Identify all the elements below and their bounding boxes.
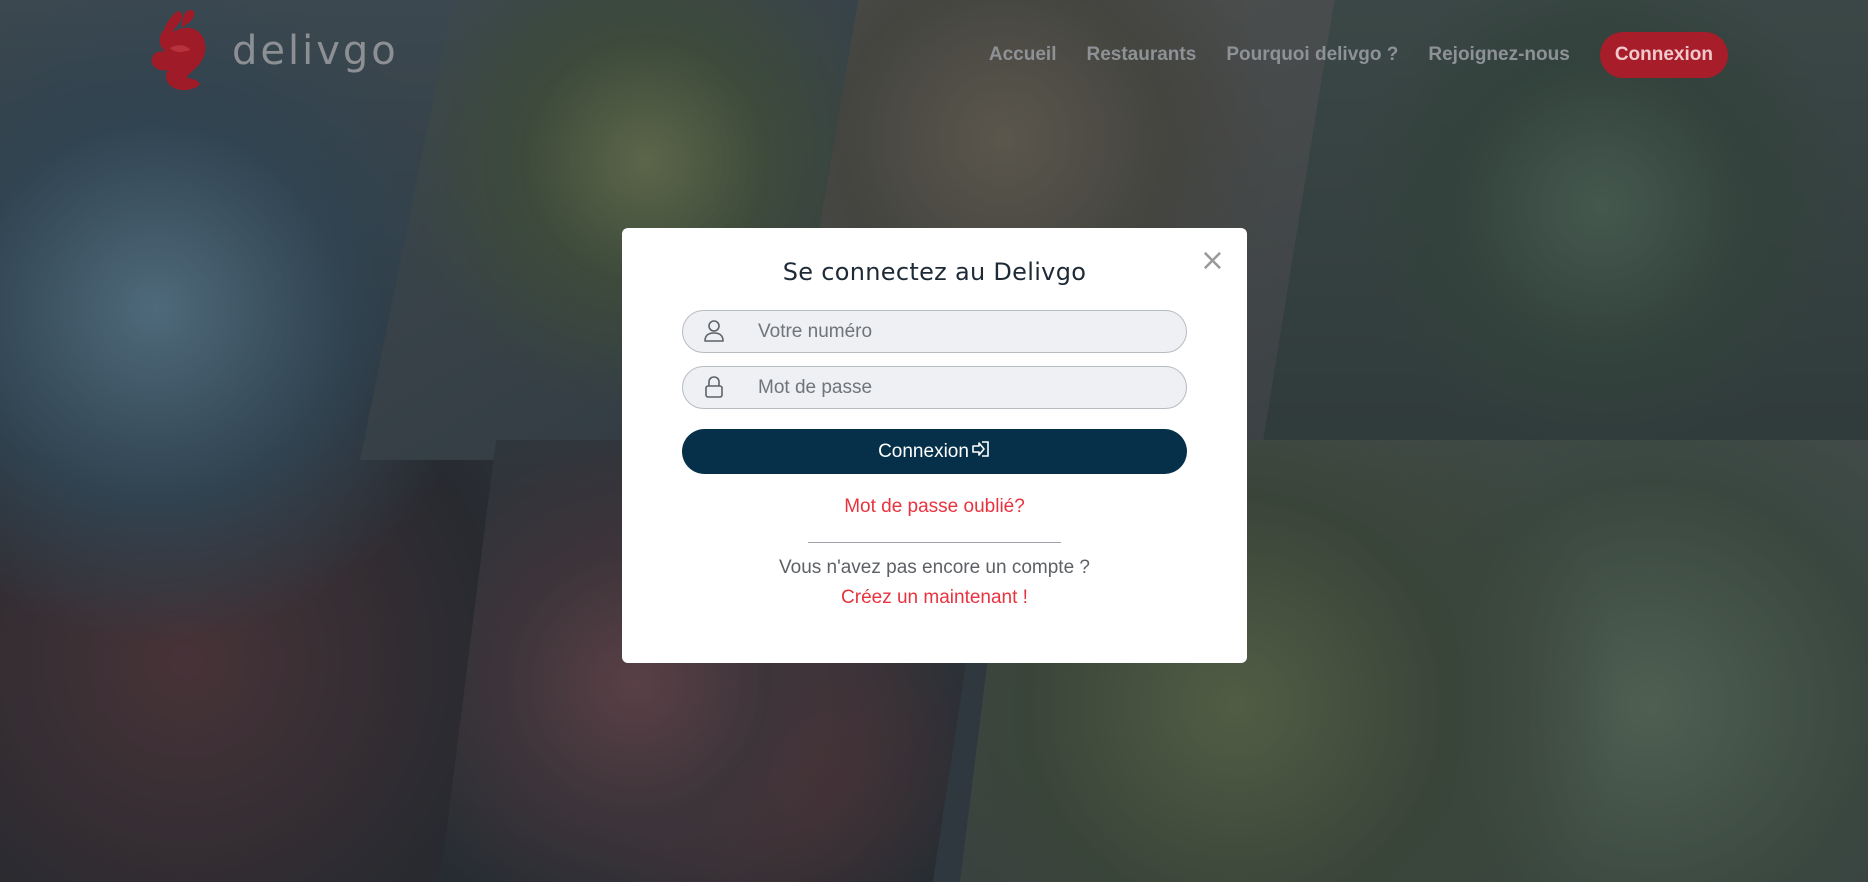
no-account-text: Vous n'avez pas encore un compte ? — [779, 557, 1090, 578]
user-icon — [703, 319, 725, 343]
brand-name: delivgo — [232, 28, 399, 74]
main-nav: Accueil Restaurants Pourquoi delivgo ? R… — [959, 32, 1728, 78]
create-account-link[interactable]: Créez un maintenant ! — [622, 587, 1247, 609]
password-input[interactable] — [758, 367, 1168, 408]
nav-link-pourquoi-delivgo[interactable]: Pourquoi delivgo ? — [1226, 44, 1398, 66]
login-modal: × Se connectez au Delivgo Connexion — [622, 228, 1247, 663]
sign-in-icon — [969, 440, 991, 464]
connexion-submit-label: Connexion — [878, 440, 969, 462]
modal-title: Se connectez au Delivgo — [782, 258, 1087, 286]
password-field — [682, 366, 1187, 409]
connexion-submit-button[interactable]: Connexion — [682, 429, 1187, 474]
phone-input[interactable] — [758, 311, 1168, 352]
divider — [808, 542, 1061, 543]
rabbit-logo-icon — [146, 8, 212, 94]
forgot-password-link[interactable]: Mot de passe oublié? — [622, 496, 1247, 518]
nav-link-accueil[interactable]: Accueil — [989, 44, 1057, 66]
nav-link-restaurants[interactable]: Restaurants — [1086, 44, 1196, 66]
nav-link-rejoignez-nous[interactable]: Rejoignez-nous — [1428, 44, 1569, 66]
lock-icon — [703, 375, 725, 399]
nav-login-button[interactable]: Connexion — [1599, 32, 1728, 78]
phone-field — [682, 310, 1187, 353]
brand-logo-link[interactable]: delivgo — [146, 8, 399, 94]
top-navbar: delivgo Accueil Restaurants Pourquoi del… — [0, 0, 1868, 110]
